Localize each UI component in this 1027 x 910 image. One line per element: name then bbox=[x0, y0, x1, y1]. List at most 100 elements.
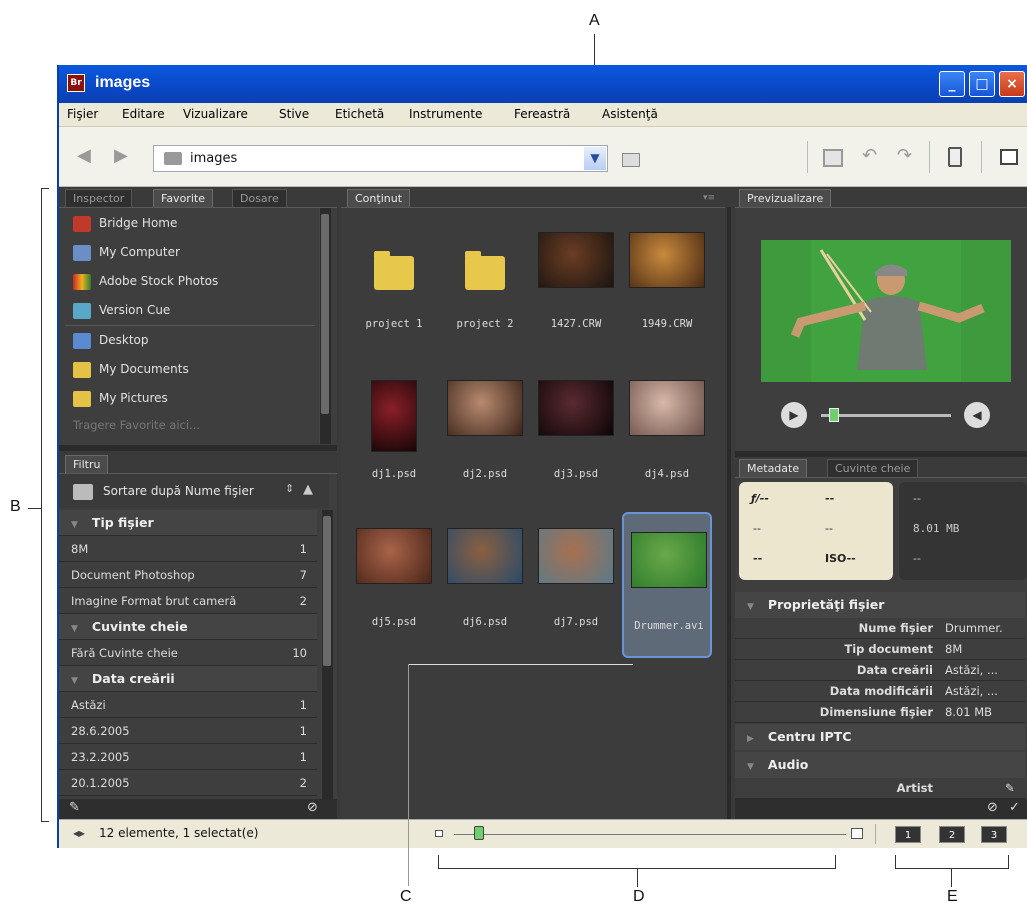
filter-row[interactable]: 23.2.2005 1 bbox=[59, 744, 317, 770]
thumbnail-label: Drummer.avi bbox=[634, 620, 704, 632]
metadata-value[interactable]: 8.01 MB bbox=[945, 705, 992, 719]
favorite-my-computer[interactable]: My Computer bbox=[73, 241, 180, 263]
sort-row[interactable]: Sortare după Nume fişier ⇕ ▲ bbox=[59, 474, 329, 508]
minimize-button[interactable]: _ bbox=[939, 71, 965, 97]
thumbnail-item[interactable]: 1427.CRW bbox=[531, 222, 621, 332]
menu-label[interactable]: Etichetă bbox=[335, 107, 384, 121]
filter-row[interactable]: 8M 1 bbox=[59, 536, 317, 562]
content-right-splitter[interactable] bbox=[727, 207, 731, 819]
filter-row[interactable]: Fără Cuvinte cheie 10 bbox=[59, 640, 317, 666]
menu-window[interactable]: Fereastră bbox=[514, 107, 570, 121]
clear-filter-icon[interactable]: ⊘ bbox=[307, 800, 318, 815]
sort-ascending-icon[interactable]: ▲ bbox=[303, 482, 313, 497]
path-dropdown-button[interactable]: ▼ bbox=[584, 147, 606, 170]
thumbnail-item[interactable]: dj6.psd bbox=[440, 516, 530, 628]
rotate-left-icon[interactable]: ↶ bbox=[862, 145, 877, 166]
collapse-triangle-icon: ▼ bbox=[71, 676, 78, 686]
apply-edit-icon[interactable]: ✓ bbox=[1009, 800, 1020, 815]
trash-icon[interactable] bbox=[948, 147, 962, 167]
menu-file[interactable]: Fişier bbox=[67, 107, 98, 121]
thumbnail-large-icon[interactable] bbox=[851, 828, 863, 839]
menu-help[interactable]: Asistenţă bbox=[602, 107, 658, 121]
thumbnail-size-slider-handle[interactable] bbox=[473, 826, 484, 840]
panel-splitter[interactable] bbox=[59, 445, 337, 451]
tab-filter[interactable]: Filtru bbox=[65, 455, 109, 473]
metadata-section-iptc[interactable]: ▶ Centru IPTC bbox=[735, 724, 1025, 750]
view-button-2[interactable]: 2 bbox=[939, 826, 965, 843]
tab-favorites[interactable]: Favorite bbox=[153, 189, 213, 207]
new-folder-icon[interactable] bbox=[823, 149, 843, 167]
menu-view[interactable]: Vizualizare bbox=[183, 107, 248, 121]
maximize-button[interactable]: □ bbox=[969, 71, 995, 97]
tab-metadata[interactable]: Metadate bbox=[739, 459, 808, 477]
documents-folder-icon bbox=[73, 361, 91, 378]
favorite-version-cue[interactable]: Version Cue bbox=[73, 299, 170, 321]
thumbnail-small-icon[interactable] bbox=[435, 830, 443, 837]
filter-row[interactable]: 28.6.2005 1 bbox=[59, 718, 317, 744]
metadata-value[interactable]: 8M bbox=[945, 642, 962, 656]
panel-menu-icon[interactable]: ▾≡ bbox=[703, 193, 715, 203]
eyedropper-icon[interactable]: ✎ bbox=[69, 800, 80, 815]
filter-scroll-thumb[interactable] bbox=[323, 516, 331, 666]
close-button[interactable]: × bbox=[999, 71, 1025, 97]
tab-keywords[interactable]: Cuvinte cheie bbox=[827, 459, 919, 477]
thumbnail-item[interactable]: project 1 bbox=[349, 222, 439, 332]
thumbnail-item[interactable]: dj3.psd bbox=[531, 368, 621, 480]
filter-row[interactable]: Astăzi 1 bbox=[59, 692, 317, 718]
playback-slider-handle[interactable] bbox=[829, 408, 839, 422]
favorite-adobe-stock[interactable]: Adobe Stock Photos bbox=[73, 270, 218, 292]
filter-section-keywords[interactable]: ▼ Cuvinte cheie bbox=[59, 614, 317, 640]
sort-stepper-icon[interactable]: ⇕ bbox=[285, 482, 294, 495]
back-arrow-icon[interactable]: ◀ bbox=[77, 145, 91, 166]
toggle-panels-icon[interactable]: ◂▸ bbox=[73, 826, 85, 840]
menu-tools[interactable]: Instrumente bbox=[409, 107, 482, 121]
cancel-edit-icon[interactable]: ⊘ bbox=[987, 800, 998, 815]
favorite-my-pictures[interactable]: My Pictures bbox=[73, 387, 168, 409]
tab-folders[interactable]: Dosare bbox=[232, 189, 287, 207]
metadata-value[interactable]: Astăzi, ... bbox=[945, 684, 998, 698]
filter-row[interactable]: 20.1.2005 2 bbox=[59, 770, 317, 796]
tab-inspector[interactable]: Inspector bbox=[65, 189, 133, 207]
menu-stacks[interactable]: Stive bbox=[279, 107, 309, 121]
filter-row[interactable]: Document Photoshop 7 bbox=[59, 562, 317, 588]
favorite-bridge-home[interactable]: Bridge Home bbox=[73, 212, 177, 234]
favorite-desktop[interactable]: Desktop bbox=[73, 329, 149, 351]
filter-section-date-created[interactable]: ▼ Data creării bbox=[59, 666, 317, 692]
rotate-right-icon[interactable]: ↷ bbox=[897, 145, 912, 166]
callout-c-line-h bbox=[408, 664, 633, 665]
thumbnail-size-slider[interactable] bbox=[454, 834, 846, 835]
edit-pencil-icon[interactable]: ✎ bbox=[1005, 781, 1015, 795]
metadata-value[interactable]: Drummer. bbox=[945, 621, 1003, 635]
view-button-3[interactable]: 3 bbox=[981, 826, 1007, 843]
thumbnail-item[interactable]: 1949.CRW bbox=[622, 222, 712, 332]
play-button[interactable]: ▶ bbox=[781, 402, 807, 428]
filter-scrollbar[interactable] bbox=[321, 510, 333, 800]
thumbnail-item[interactable]: dj7.psd bbox=[531, 516, 621, 628]
filter-row[interactable]: Imagine Format brut cameră 2 bbox=[59, 588, 317, 614]
playback-slider[interactable] bbox=[821, 414, 951, 417]
compact-mode-icon[interactable] bbox=[1000, 149, 1018, 165]
thumbnail-item[interactable]: dj2.psd bbox=[440, 368, 530, 480]
metadata-footer: ⊘ ✓ bbox=[735, 799, 1027, 819]
volume-button[interactable]: ◀ bbox=[964, 402, 990, 428]
folder-up-icon[interactable] bbox=[622, 153, 640, 167]
thumbnail-item[interactable]: dj5.psd bbox=[349, 516, 439, 628]
metadata-section-file-properties[interactable]: ▼ Proprietăţi fişier bbox=[735, 592, 1025, 618]
thumbnail-item[interactable]: project 2 bbox=[440, 222, 530, 332]
favorite-my-documents[interactable]: My Documents bbox=[73, 358, 189, 380]
menu-edit[interactable]: Editare bbox=[122, 107, 165, 121]
path-bar[interactable]: images ▼ bbox=[153, 145, 608, 172]
metadata-section-audio[interactable]: ▼ Audio bbox=[735, 752, 1025, 778]
favorites-scrollbar[interactable] bbox=[319, 208, 331, 444]
favorites-scroll-thumb[interactable] bbox=[321, 214, 329, 414]
filter-section-file-type[interactable]: ▼ Tip fişier bbox=[59, 510, 317, 536]
preview-area: ▶ ◀ bbox=[735, 207, 1027, 451]
thumbnail-item[interactable]: dj1.psd bbox=[349, 368, 439, 480]
thumbnail-item[interactable]: Drummer.avi bbox=[622, 512, 712, 658]
view-button-1[interactable]: 1 bbox=[895, 826, 921, 843]
tab-preview[interactable]: Previzualizare bbox=[739, 189, 832, 207]
forward-arrow-icon[interactable]: ▶ bbox=[114, 145, 128, 166]
thumbnail-item[interactable]: dj4.psd bbox=[622, 368, 712, 480]
metadata-value[interactable]: Astăzi, ... bbox=[945, 663, 998, 677]
tab-content[interactable]: Conţinut bbox=[347, 189, 411, 207]
